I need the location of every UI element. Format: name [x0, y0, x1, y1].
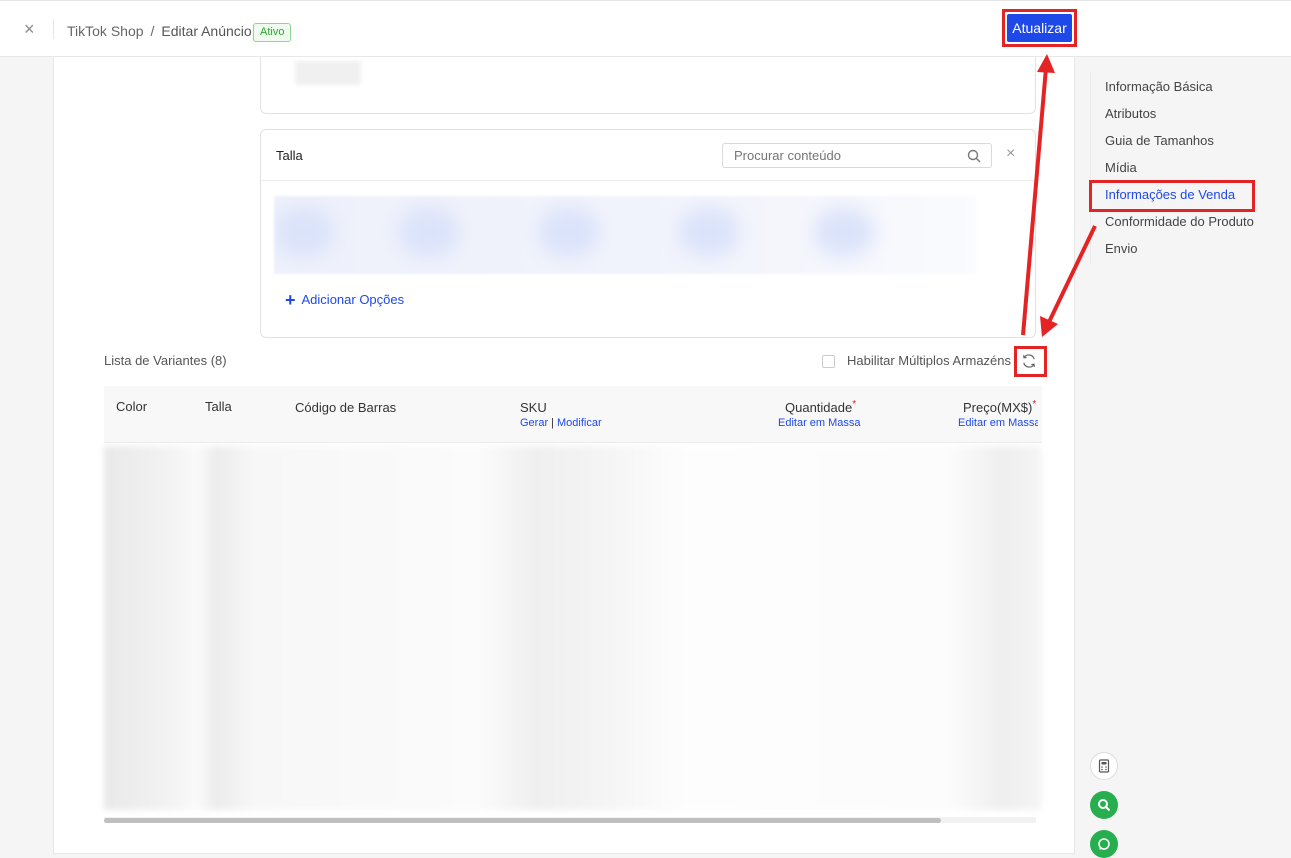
side-nav-size-guide[interactable]: Guia de Tamanhos: [1105, 133, 1214, 148]
add-options-label: Adicionar Opções: [301, 292, 405, 307]
search-icon[interactable]: [967, 149, 981, 163]
search-input[interactable]: [722, 143, 992, 168]
close-icon[interactable]: ×: [24, 19, 35, 39]
magnifier-icon: [1098, 799, 1111, 812]
variants-table-header: Color Talla Código de Barras SKU Gerar | M…: [104, 386, 1042, 443]
previous-option-card: [260, 57, 1036, 114]
status-badge: Ativo: [253, 23, 292, 42]
required-mark: *: [852, 399, 857, 410]
blurred-placeholder: [295, 61, 361, 85]
column-barcode: Código de Barras: [295, 400, 397, 415]
breadcrumb: TikTok Shop / Editar Anúncio: [67, 23, 252, 39]
price-bulk-edit-link[interactable]: Editar em Massa: [958, 417, 1038, 429]
blurred-option-chips: [274, 196, 976, 274]
breadcrumb-current: Editar Anúncio: [161, 23, 252, 39]
sku-generate-link[interactable]: Gerar: [520, 417, 548, 429]
required-mark: *: [1032, 399, 1037, 410]
side-nav-compliance[interactable]: Conformidade do Produto: [1105, 214, 1254, 229]
column-talla: Talla: [205, 399, 232, 414]
option-title: Talla: [276, 148, 303, 163]
quantity-bulk-edit-link[interactable]: Editar em Massa: [778, 417, 861, 429]
price-label: Preço(MX$): [963, 400, 1033, 415]
horizontal-scrollbar[interactable]: [104, 818, 941, 823]
whatsapp-icon: [1098, 838, 1110, 850]
multi-warehouse-label: Habilitar Múltiplos Armazéns: [847, 353, 1012, 368]
calculator-button[interactable]: [1090, 752, 1118, 780]
close-icon[interactable]: ×: [1006, 145, 1015, 163]
column-price: Preço(MX$)*: [963, 399, 1036, 415]
column-quantity: Quantidade*: [785, 399, 856, 415]
variants-title: Lista de Variantes (8): [104, 353, 227, 368]
calculator-icon: [1098, 759, 1110, 773]
side-nav-shipping[interactable]: Envio: [1105, 241, 1138, 256]
sku-actions: Gerar | Modificar: [520, 417, 602, 429]
divider: [53, 19, 54, 39]
sales-info-highlight: [1089, 180, 1255, 212]
column-color: Color: [116, 399, 148, 414]
column-sku: SKU: [520, 400, 547, 415]
top-bar: × TikTok Shop / Editar Anúncio Ativo: [0, 0, 1291, 57]
blurred-table-rows: [104, 446, 1042, 810]
sku-modify-link[interactable]: Modificar: [557, 417, 602, 429]
add-options-link[interactable]: + Adicionar Opções: [285, 290, 404, 311]
side-nav-rail: [1090, 72, 1091, 264]
multi-warehouse-checkbox[interactable]: [822, 355, 835, 368]
side-nav-attributes[interactable]: Atributos: [1105, 106, 1156, 121]
size-option-card: Talla × + Adicionar Opções: [260, 129, 1036, 338]
plus-icon: +: [285, 290, 296, 310]
side-nav-media[interactable]: Mídia: [1105, 160, 1137, 175]
card-header: Talla ×: [261, 130, 1035, 181]
sku-actions-separator: |: [551, 417, 554, 429]
breadcrumb-root[interactable]: TikTok Shop: [67, 23, 144, 39]
breadcrumb-separator: /: [150, 23, 155, 39]
search-help-button[interactable]: [1090, 791, 1118, 819]
update-button[interactable]: Atualizar: [1007, 14, 1072, 42]
side-nav-basic-info[interactable]: Informação Básica: [1105, 79, 1213, 94]
refresh-icon[interactable]: [1021, 353, 1037, 369]
quantity-label: Quantidade: [785, 400, 853, 415]
